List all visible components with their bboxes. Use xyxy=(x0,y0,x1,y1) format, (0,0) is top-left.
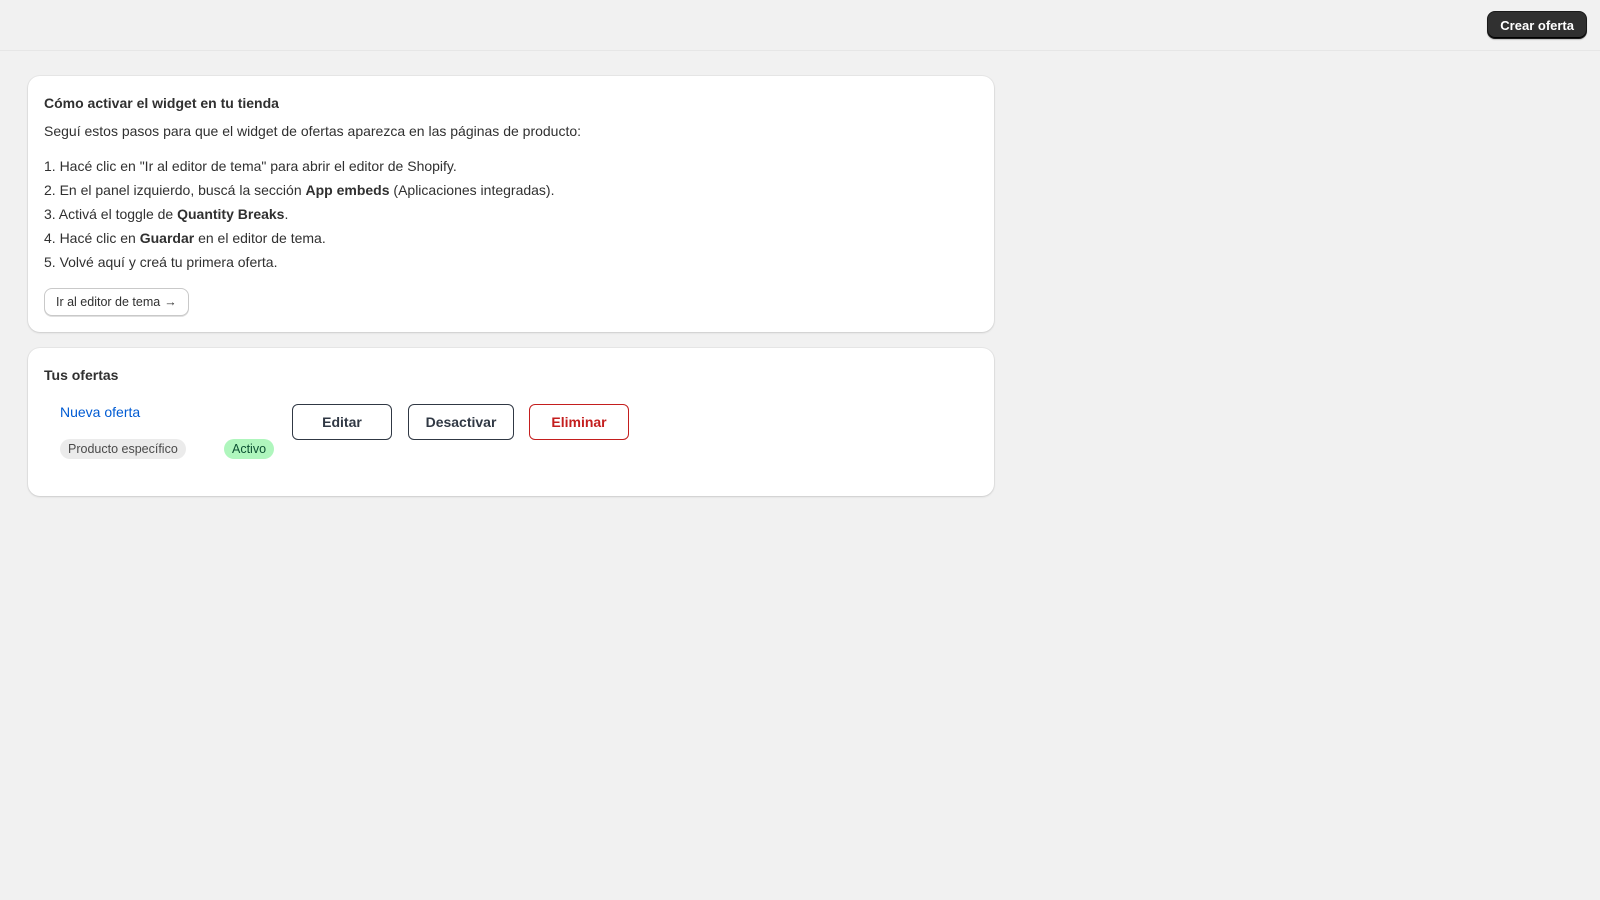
top-bar: Crear oferta xyxy=(0,0,1600,51)
step-emphasis: App embeds xyxy=(305,182,390,198)
activation-help-card: Cómo activar el widget en tu tienda Segu… xyxy=(28,76,994,332)
theme-editor-button[interactable]: Ir al editor de tema → xyxy=(44,288,189,316)
step-emphasis: Quantity Breaks xyxy=(177,206,285,222)
step-item: 4. Hacé clic en Guardar en el editor de … xyxy=(44,230,326,246)
help-card-title: Cómo activar el widget en tu tienda xyxy=(44,95,279,111)
step-emphasis: Guardar xyxy=(139,230,195,246)
step-item: 3. Activá el toggle de Quantity Breaks. xyxy=(44,206,289,222)
edit-button[interactable]: Editar xyxy=(292,404,392,440)
offer-row: Nueva oferta Producto específico Activo … xyxy=(44,400,978,480)
create-offer-button[interactable]: Crear oferta xyxy=(1487,11,1587,39)
steps-list: 1. Hacé clic en "Ir al editor de tema" p… xyxy=(44,157,978,277)
step-item: 5. Volvé aquí y creá tu primera oferta. xyxy=(44,254,278,270)
offers-card-title: Tus ofertas xyxy=(44,367,119,383)
arrow-right-icon: → xyxy=(164,295,177,309)
status-badge: Activo xyxy=(224,439,275,459)
step-item: 1. Hacé clic en "Ir al editor de tema" p… xyxy=(44,158,457,174)
delete-button[interactable]: Eliminar xyxy=(529,404,629,440)
deactivate-button[interactable]: Desactivar xyxy=(408,404,514,440)
offer-name-link[interactable]: Nueva oferta xyxy=(60,404,140,420)
step-item: 2. En el panel izquierdo, buscá la secci… xyxy=(44,182,555,198)
offer-type-badge: Producto específico xyxy=(60,439,186,459)
theme-editor-label: Ir al editor de tema xyxy=(56,295,161,309)
help-card-intro: Seguí estos pasos para que el widget de … xyxy=(44,123,582,139)
offers-card: Tus ofertas Nueva oferta Producto especí… xyxy=(28,348,994,496)
